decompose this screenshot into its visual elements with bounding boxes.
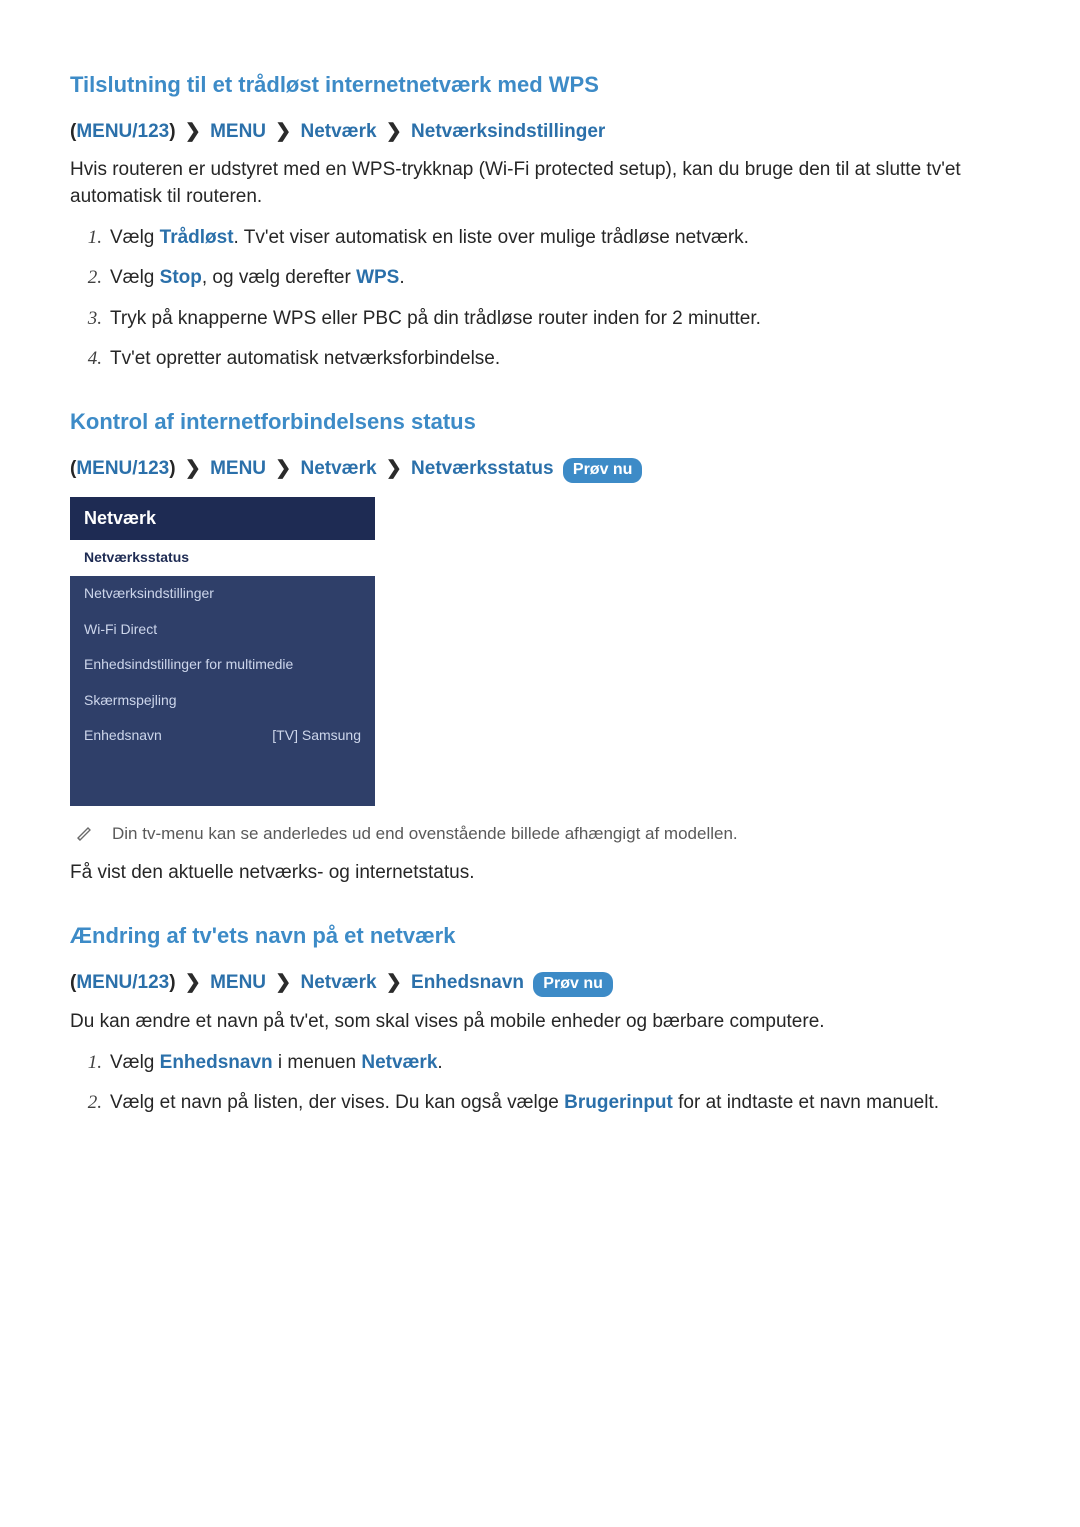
step-text: i menuen: [273, 1052, 362, 1073]
breadcrumb-level[interactable]: MENU: [210, 972, 266, 993]
step-text: , og vælg derefter: [202, 267, 356, 288]
breadcrumb-level[interactable]: Netværk: [301, 458, 377, 479]
list-item: Vælg Stop, og vælg derefter WPS.: [106, 265, 1010, 292]
menu-item-label: Enhedsnavn: [84, 726, 162, 746]
network-menu-panel: Netværk Netværksstatus Netværksindstilli…: [70, 497, 375, 806]
breadcrumb-level[interactable]: Netværksstatus: [411, 458, 554, 479]
breadcrumb-root[interactable]: MENU/123: [76, 458, 169, 479]
breadcrumb-level[interactable]: Netværk: [301, 972, 377, 993]
step-text: Vælg: [110, 227, 160, 248]
menu-item-label: Netværksindstillinger: [84, 584, 214, 604]
step-text: Vælg et navn på listen, der vises. Du ka…: [110, 1092, 564, 1113]
breadcrumb-level[interactable]: Netværk: [301, 121, 377, 142]
menu-item-network-status[interactable]: Netværksstatus: [70, 540, 375, 576]
breadcrumb-device-name: (MENU/123) ❯ MENU ❯ Netværk ❯ Enhedsnavn…: [70, 970, 1010, 997]
breadcrumb-root[interactable]: MENU/123: [76, 972, 169, 993]
menu-item-device-name[interactable]: Enhedsnavn [TV] Samsung: [70, 718, 375, 754]
step-text: Tryk på knapperne WPS eller PBC på din t…: [110, 308, 761, 329]
section-title-device-name: Ændring af tv'ets navn på et netværk: [70, 921, 1010, 952]
list-item: Tv'et opretter automatisk netværksforbin…: [106, 346, 1010, 373]
step-text: .: [399, 267, 404, 288]
breadcrumb-level[interactable]: MENU: [210, 458, 266, 479]
menu-item-wifi-direct[interactable]: Wi-Fi Direct: [70, 612, 375, 648]
chevron-right-icon: ❯: [275, 972, 291, 993]
chevron-right-icon: ❯: [386, 458, 402, 479]
keyword: Enhedsnavn: [160, 1052, 273, 1073]
try-now-badge[interactable]: Prøv nu: [563, 458, 643, 483]
menu-item-label: Enhedsindstillinger for multimedie: [84, 655, 293, 675]
menu-item-label: Skærmspejling: [84, 691, 177, 711]
section-title-wps: Tilslutning til et trådløst internetnetv…: [70, 70, 1010, 101]
steps-list-device-name: Vælg Enhedsnavn i menuen Netværk. Vælg e…: [70, 1050, 1010, 1117]
intro-text: Hvis routeren er udstyret med en WPS-try…: [70, 157, 1010, 210]
body-text: Få vist den aktuelle netværks- og intern…: [70, 860, 1010, 887]
step-text: . Tv'et viser automatisk en liste over m…: [234, 227, 749, 248]
try-now-badge[interactable]: Prøv nu: [533, 972, 613, 997]
chevron-right-icon: ❯: [185, 972, 201, 993]
chevron-right-icon: ❯: [275, 458, 291, 479]
list-item: Tryk på knapperne WPS eller PBC på din t…: [106, 306, 1010, 333]
breadcrumb-level[interactable]: MENU: [210, 121, 266, 142]
keyword: Netværk: [361, 1052, 437, 1073]
step-text: Tv'et opretter automatisk netværksforbin…: [110, 348, 500, 369]
list-item: Vælg Enhedsnavn i menuen Netværk.: [106, 1050, 1010, 1077]
breadcrumb-status: (MENU/123) ❯ MENU ❯ Netværk ❯ Netværksst…: [70, 456, 1010, 483]
menu-item-screen-mirroring[interactable]: Skærmspejling: [70, 683, 375, 719]
keyword: Trådløst: [160, 227, 234, 248]
chevron-right-icon: ❯: [386, 972, 402, 993]
step-text: Vælg: [110, 267, 160, 288]
note-row: Din tv-menu kan se anderledes ud end ove…: [70, 822, 1010, 851]
step-text: for at indtaste et navn manuelt.: [673, 1092, 939, 1113]
menu-item-value: [TV] Samsung: [272, 726, 361, 746]
chevron-right-icon: ❯: [185, 121, 201, 142]
keyword: Brugerinput: [564, 1092, 673, 1113]
intro-text: Du kan ændre et navn på tv'et, som skal …: [70, 1009, 1010, 1036]
step-text: .: [437, 1052, 442, 1073]
breadcrumb-level[interactable]: Netværksindstillinger: [411, 121, 605, 142]
chevron-right-icon: ❯: [275, 121, 291, 142]
breadcrumb-level[interactable]: Enhedsnavn: [411, 972, 524, 993]
menu-item-label: Wi-Fi Direct: [84, 620, 157, 640]
section-title-status: Kontrol af internetforbindelsens status: [70, 407, 1010, 438]
menu-header: Netværk: [70, 497, 375, 540]
menu-item-multimedia-device-settings[interactable]: Enhedsindstillinger for multimedie: [70, 647, 375, 683]
note-text: Din tv-menu kan se anderledes ud end ove…: [112, 822, 738, 846]
step-text: Vælg: [110, 1052, 160, 1073]
breadcrumb-root[interactable]: MENU/123: [76, 121, 169, 142]
chevron-right-icon: ❯: [386, 121, 402, 142]
menu-item-network-settings[interactable]: Netværksindstillinger: [70, 576, 375, 612]
keyword: WPS: [356, 267, 399, 288]
keyword: Stop: [160, 267, 202, 288]
list-item: Vælg Trådløst. Tv'et viser automatisk en…: [106, 225, 1010, 252]
chevron-right-icon: ❯: [185, 458, 201, 479]
menu-item-label: Netværksstatus: [84, 548, 189, 568]
list-item: Vælg et navn på listen, der vises. Du ka…: [106, 1090, 1010, 1117]
note-icon: [76, 824, 92, 851]
steps-list-wps: Vælg Trådløst. Tv'et viser automatisk en…: [70, 225, 1010, 373]
breadcrumb-wps: (MENU/123) ❯ MENU ❯ Netværk ❯ Netværksin…: [70, 119, 1010, 146]
